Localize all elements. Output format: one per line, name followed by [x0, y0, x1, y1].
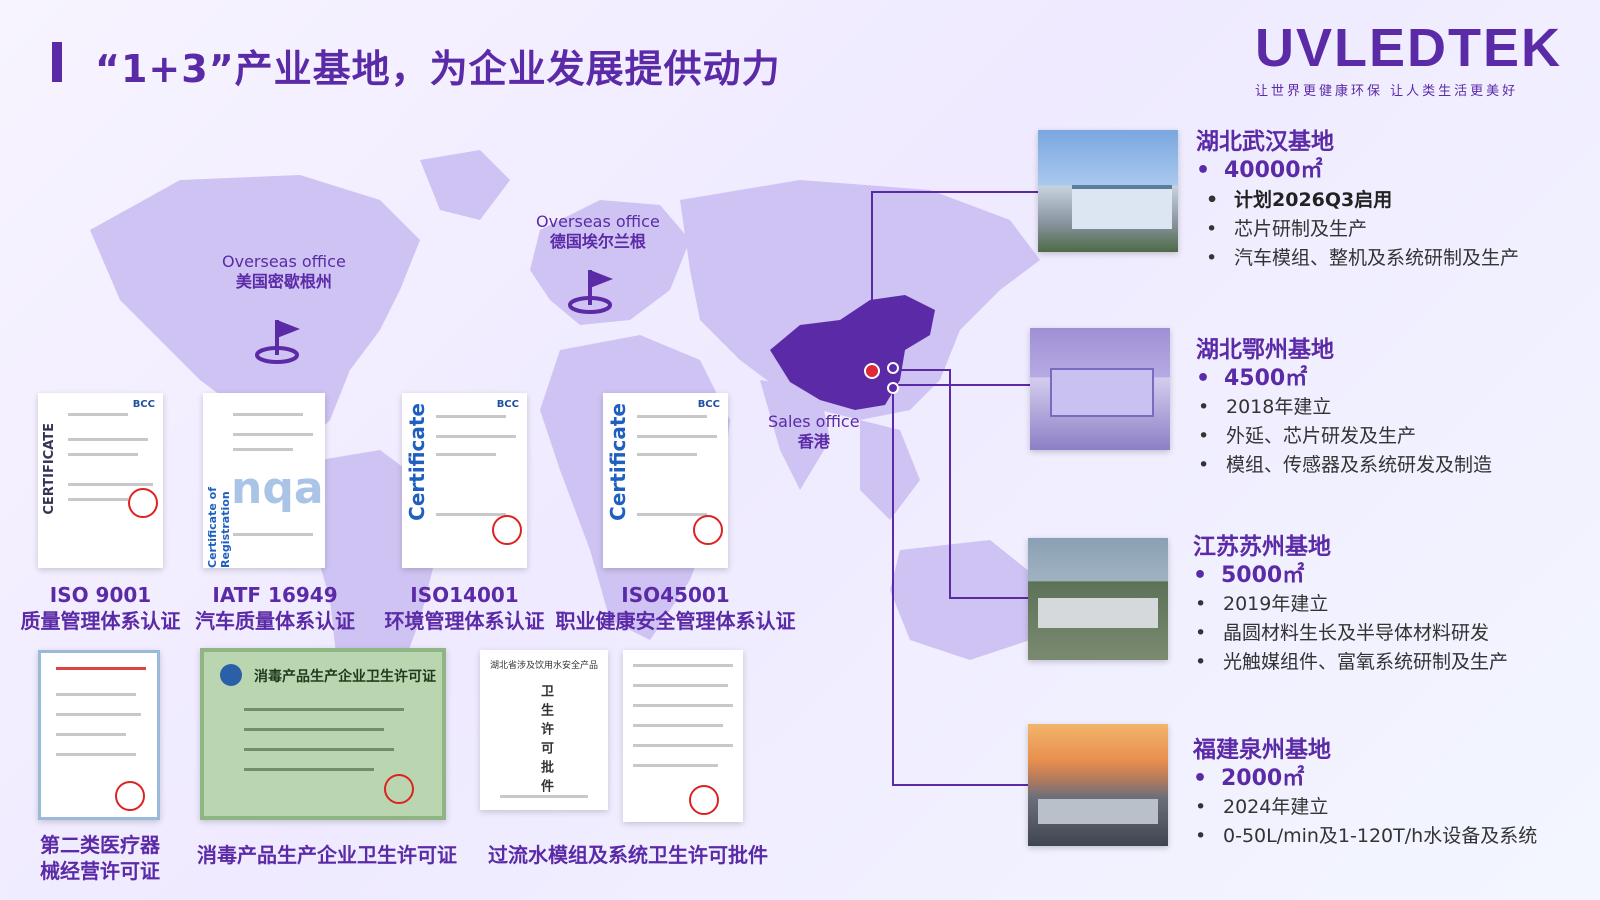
office-cn: 德国埃尔兰根 [549, 232, 646, 251]
office-en: Overseas office [222, 252, 346, 271]
cert-stamp [693, 515, 723, 545]
license-water-detail-image [623, 650, 743, 822]
map-australia [890, 540, 1040, 660]
base-name-quanzhou: 福建泉州基地 [1193, 737, 1331, 763]
base-list-ezhou: 2018年建立 外延、芯片研发及生产 模组、传感器及系统研发及制造 [1198, 393, 1492, 480]
office-en: Overseas office [536, 212, 660, 231]
base-item: 模组、传感器及系统研发及制造 [1198, 451, 1492, 480]
cert-label-iatf16949: IATF 16949 汽车质量体系认证 [190, 582, 360, 634]
cert-brand: BCC [496, 399, 519, 410]
license-medical-image [38, 650, 160, 820]
base-photo-quanzhou [1028, 724, 1168, 846]
base-item: 芯片研制及生产 [1206, 215, 1519, 244]
base-name-wuhan: 湖北武汉基地 [1196, 129, 1334, 155]
base-item: 2018年建立 [1198, 393, 1492, 422]
cert-stamp [689, 785, 719, 815]
base-item: 0-50L/min及1-120T/h水设备及系统 [1195, 822, 1537, 851]
cert-stamp [492, 515, 522, 545]
license-label-water: 过流水模组及系统卫生许可批件 [488, 843, 768, 867]
cert-label-iso45001: ISO45001 职业健康安全管理体系认证 [553, 582, 798, 634]
base-list-quanzhou: 2024年建立 0-50L/min及1-120T/h水设备及系统 [1195, 793, 1537, 851]
base-item: 晶圆材料生长及半导体材料研发 [1195, 619, 1508, 648]
base-item: 汽车模组、整机及系统研制及生产 [1206, 244, 1519, 273]
base-name-ezhou: 湖北鄂州基地 [1196, 337, 1334, 363]
cert-name: 质量管理体系认证 [20, 609, 181, 633]
logo-slogan: 让世界更健康环保 让人类生活更美好 [1255, 84, 1519, 99]
base-item: 光触媒组件、富氧系统研制及生产 [1195, 648, 1508, 677]
cert-iatf16949-image: Certificate of Registration nqa [203, 393, 325, 568]
cert-vertical-text: Certificate of Registration [206, 487, 232, 568]
cert-brand: nqa [231, 463, 324, 514]
office-label-us: Overseas office 美国密歇根州 [222, 252, 346, 292]
office-label-hk: Sales office 香港 [768, 412, 860, 452]
base-area-value: 2000㎡ [1221, 766, 1305, 791]
office-label-de: Overseas office 德国埃尔兰根 [536, 212, 660, 252]
base-photo-suzhou [1028, 538, 1168, 660]
base-list-suzhou: 2019年建立 晶圆材料生长及半导体材料研发 光触媒组件、富氧系统研制及生产 [1195, 590, 1508, 677]
base-area-quanzhou: • 2000㎡ [1193, 766, 1305, 791]
cert-stamp [128, 488, 158, 518]
office-en: Sales office [768, 412, 860, 431]
cert-stamp [115, 781, 145, 811]
base-item: 2019年建立 [1195, 590, 1508, 619]
cert-code: ISO45001 [621, 583, 730, 607]
marker-wuhan [864, 363, 880, 379]
base-area-value: 4500㎡ [1224, 366, 1308, 391]
map-greenland [420, 150, 510, 220]
office-cn: 美国密歇根州 [235, 272, 332, 291]
map-southeast-asia [860, 420, 920, 520]
cert-iso9001-image: CERTIFICATE BCC [38, 393, 163, 568]
emblem-icon [220, 664, 242, 686]
cert-code: IATF 16949 [212, 583, 338, 607]
cert-vertical-text: CERTIFICATE [42, 423, 57, 515]
base-name-suzhou: 江苏苏州基地 [1193, 534, 1331, 560]
logo-text: UVLEDTEK [1255, 18, 1563, 78]
base-area-value: 5000㎡ [1221, 563, 1305, 588]
cert-vertical-text: Certificate [606, 403, 630, 521]
license-name-line2: 械经营许可证 [40, 859, 160, 883]
cert-stamp [384, 774, 414, 804]
base-list-wuhan: 计划2026Q3启用 芯片研制及生产 汽车模组、整机及系统研制及生产 [1206, 186, 1519, 273]
license-doc-vert: 卫生许可批件 [538, 684, 553, 798]
cert-iso14001-image: Certificate BCC [402, 393, 527, 568]
page-title: “1+3”产业基地，为企业发展提供动力 [95, 47, 781, 91]
cert-name: 环境管理体系认证 [384, 609, 545, 633]
base-item: 计划2026Q3启用 [1206, 186, 1519, 215]
flag-icon [568, 270, 613, 314]
license-doc-header: 湖北省涉及饮用水安全产品 [489, 661, 598, 671]
office-cn: 香港 [797, 432, 830, 451]
cert-label-iso9001: ISO 9001 质量管理体系认证 [18, 582, 183, 634]
license-label-disinfection: 消毒产品生产企业卫生许可证 [197, 843, 457, 867]
base-photo-ezhou [1030, 328, 1170, 450]
cert-brand: BCC [132, 399, 155, 410]
license-water-cover-image: 湖北省涉及饮用水安全产品 卫生许可批件 [480, 650, 608, 810]
license-label-medical: 第二类医疗器 械经营许可证 [25, 832, 175, 884]
title-accent-bar [52, 42, 62, 82]
flag-icon [255, 320, 300, 364]
cert-code: ISO14001 [410, 583, 519, 607]
cert-name: 汽车质量体系认证 [195, 609, 355, 633]
base-area-wuhan: • 40000㎡ [1196, 158, 1323, 183]
company-logo: UVLEDTEK 让世界更健康环保 让人类生活更美好 [1255, 18, 1563, 99]
base-item: 外延、芯片研发及生产 [1198, 422, 1492, 451]
base-photo-wuhan [1038, 130, 1178, 252]
base-area-ezhou: • 4500㎡ [1196, 366, 1308, 391]
base-area-suzhou: • 5000㎡ [1193, 563, 1305, 588]
license-doc-title: 消毒产品生产企业卫生许可证 [254, 669, 436, 685]
license-name-line1: 第二类医疗器 [40, 833, 160, 857]
cert-vertical-text: Certificate [405, 403, 429, 521]
marker-quanzhou [887, 382, 899, 394]
base-area-value: 40000㎡ [1224, 158, 1323, 183]
cert-name: 职业健康安全管理体系认证 [555, 609, 796, 633]
license-disinfection-image: 消毒产品生产企业卫生许可证 [200, 648, 446, 820]
cert-label-iso14001: ISO14001 环境管理体系认证 [382, 582, 547, 634]
cert-code: ISO 9001 [49, 583, 152, 607]
marker-suzhou [887, 362, 899, 374]
cert-iso45001-image: Certificate BCC [603, 393, 728, 568]
cert-brand: BCC [697, 399, 720, 410]
base-item: 2024年建立 [1195, 793, 1537, 822]
